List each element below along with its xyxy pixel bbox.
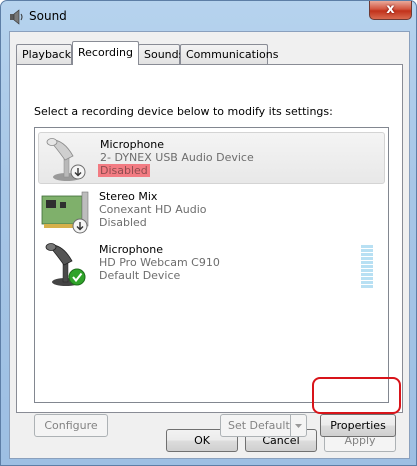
annotation-ring: [312, 377, 401, 414]
properties-button[interactable]: Properties: [320, 414, 396, 437]
device-name: Microphone: [99, 243, 164, 256]
device-description: Conexant HD Audio: [99, 203, 207, 216]
device-item[interactable]: Microphone HD Pro Webcam C910 Default De…: [38, 238, 385, 290]
device-status: Default Device: [99, 269, 181, 282]
audio-level-meter: [361, 245, 373, 289]
recording-device-list[interactable]: Microphone 2- DYNEX USB Audio Device Dis…: [34, 127, 389, 403]
title-bar[interactable]: Sound x: [1, 1, 416, 31]
dialog-body: Playback Recording Sounds Communications…: [9, 31, 410, 459]
sound-dialog: Sound x Playback Recording Sounds Commun…: [0, 0, 417, 466]
device-item[interactable]: Stereo Mix Conexant HD Audio Disabled: [38, 185, 385, 237]
device-status: Disabled: [98, 164, 150, 177]
recording-tab-panel: Select a recording device below to modif…: [16, 64, 403, 437]
device-description: 2- DYNEX USB Audio Device: [100, 151, 254, 164]
tab-recording[interactable]: Recording: [72, 41, 139, 65]
tab-communications[interactable]: Communications: [180, 44, 278, 64]
microphone-default-icon: [45, 243, 86, 286]
set-default-button[interactable]: Set Default: [220, 414, 307, 437]
device-name: Microphone: [100, 138, 165, 151]
chevron-down-icon[interactable]: [290, 415, 306, 436]
window-title: Sound: [29, 9, 67, 23]
tab-playback[interactable]: Playback: [16, 44, 72, 64]
device-status: Disabled: [99, 216, 147, 229]
close-button[interactable]: x: [369, 1, 412, 20]
device-item[interactable]: Microphone 2- DYNEX USB Audio Device Dis…: [38, 132, 385, 184]
microphone-disabled-icon: [46, 138, 86, 181]
device-name: Stereo Mix: [99, 190, 158, 203]
close-icon: x: [386, 2, 395, 17]
tab-sounds[interactable]: Sounds: [138, 44, 184, 64]
configure-button[interactable]: Configure: [34, 414, 108, 437]
sound-card-disabled-icon: [41, 191, 89, 234]
speaker-icon: [10, 9, 23, 25]
instruction-text: Select a recording device below to modif…: [34, 105, 333, 118]
device-description: HD Pro Webcam C910: [99, 256, 220, 269]
set-default-label: Set Default: [228, 419, 290, 432]
